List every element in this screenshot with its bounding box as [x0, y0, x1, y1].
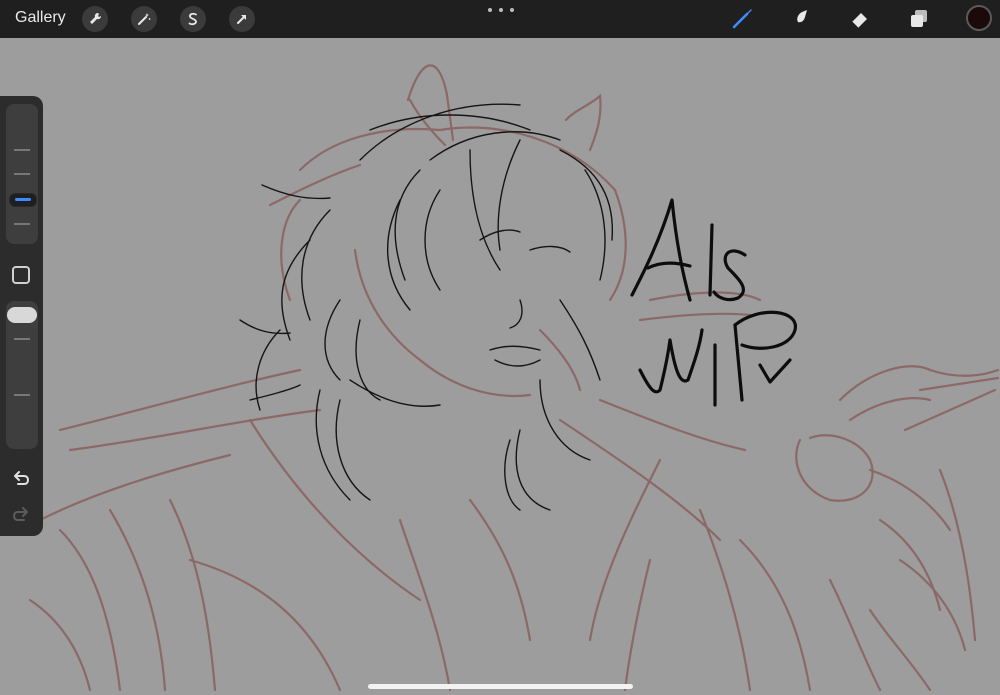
slider-tick — [14, 394, 30, 396]
slider-tick — [14, 173, 30, 175]
drawing-canvas[interactable] — [0, 38, 1000, 695]
handwriting-ink — [630, 198, 797, 407]
undo-icon[interactable] — [10, 468, 32, 490]
top-toolbar: Gallery — [0, 0, 1000, 38]
brush-opacity-thumb[interactable] — [7, 307, 37, 323]
brush-icon[interactable] — [728, 5, 756, 33]
transform-arrow-icon[interactable] — [229, 6, 255, 32]
slider-tick — [14, 149, 30, 151]
brush-opacity-slider[interactable] — [6, 301, 38, 449]
ink-layer — [239, 103, 614, 511]
sketch-layer — [28, 64, 1000, 692]
more-options-icon[interactable] — [488, 4, 514, 16]
modify-button[interactable] — [12, 266, 30, 284]
slider-tick — [14, 338, 30, 340]
smudge-icon[interactable] — [787, 5, 815, 33]
sidebar — [0, 96, 43, 536]
layers-icon[interactable] — [905, 5, 933, 33]
color-picker-button[interactable] — [966, 5, 992, 31]
selection-icon[interactable] — [180, 6, 206, 32]
brush-size-slider[interactable] — [6, 104, 38, 244]
gallery-button[interactable]: Gallery — [15, 9, 66, 27]
brush-size-thumb[interactable] — [9, 193, 37, 207]
wrench-icon[interactable] — [82, 6, 108, 32]
eraser-icon[interactable] — [846, 5, 874, 33]
slider-tick — [14, 223, 30, 225]
magic-wand-icon[interactable] — [131, 6, 157, 32]
redo-icon[interactable] — [10, 504, 32, 526]
home-indicator[interactable] — [368, 684, 633, 689]
